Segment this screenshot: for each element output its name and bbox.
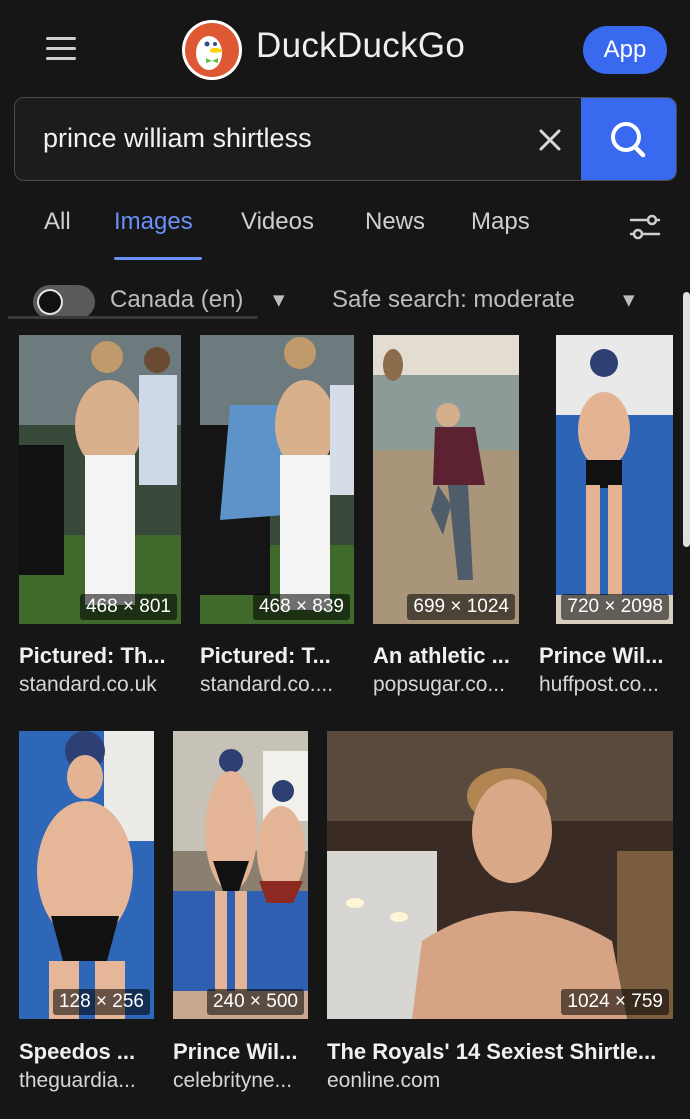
result-source[interactable]: huffpost.co...: [539, 673, 659, 697]
search-bar: [14, 97, 677, 181]
filter-settings-icon[interactable]: [628, 210, 662, 244]
image-result[interactable]: 240 × 500 Prince Wil... celebrityne...: [173, 731, 308, 1095]
image-dimensions: 720 × 2098: [561, 594, 669, 620]
image-dimensions: 468 × 801: [79, 594, 177, 620]
app-button[interactable]: App: [583, 26, 667, 74]
result-thumbnail[interactable]: 468 × 801: [19, 335, 181, 624]
result-source[interactable]: celebrityne...: [173, 1069, 292, 1093]
chevron-down-icon: ▼: [623, 291, 635, 309]
hamburger-icon[interactable]: [46, 35, 78, 63]
image-dimensions: 128 × 256: [52, 989, 150, 1015]
result-title[interactable]: Speedos ...: [19, 1039, 135, 1065]
chevron-down-icon: ▼: [273, 291, 285, 309]
tab-videos[interactable]: Videos: [241, 208, 314, 236]
divider: [8, 316, 258, 319]
result-source[interactable]: standard.co.uk: [19, 673, 157, 697]
region-select[interactable]: Canada (en): [110, 286, 243, 314]
result-title[interactable]: An athletic ...: [373, 643, 510, 669]
header: DuckDuckGo App: [0, 0, 690, 100]
result-thumbnail[interactable]: 1024 × 759: [327, 731, 673, 1019]
image-result[interactable]: 720 × 2098 Prince Wil... huffpost.co...: [539, 335, 673, 697]
duck-logo-icon[interactable]: [182, 20, 242, 80]
search-icon: [611, 122, 646, 158]
result-thumbnail[interactable]: 128 × 256: [19, 731, 154, 1019]
image-dimensions: 1024 × 759: [561, 989, 669, 1015]
result-title[interactable]: Prince Wil...: [173, 1039, 298, 1065]
image-dimensions: 699 × 1024: [407, 594, 515, 620]
result-source[interactable]: popsugar.co...: [373, 673, 505, 697]
result-thumbnail[interactable]: 699 × 1024: [373, 335, 519, 624]
search-tabs: All Images Videos News Maps: [0, 200, 690, 260]
tab-images[interactable]: Images: [114, 208, 193, 236]
result-source[interactable]: theguardia...: [19, 1069, 136, 1093]
result-source[interactable]: standard.co....: [200, 673, 333, 697]
image-result[interactable]: 468 × 839 Pictured: T... standard.co....: [200, 335, 354, 697]
image-result[interactable]: 699 × 1024 An athletic ... popsugar.co..…: [373, 335, 519, 697]
tab-all[interactable]: All: [44, 208, 71, 236]
close-icon[interactable]: [530, 120, 570, 160]
search-button[interactable]: [581, 98, 676, 180]
result-thumbnail[interactable]: 720 × 2098: [556, 335, 673, 624]
result-thumbnail[interactable]: 468 × 839: [200, 335, 354, 624]
image-dimensions: 240 × 500: [206, 989, 304, 1015]
brand-name: DuckDuckGo: [256, 26, 466, 65]
active-tab-indicator: [114, 257, 202, 260]
image-result[interactable]: 468 × 801 Pictured: Th... standard.co.uk: [19, 335, 181, 697]
result-title[interactable]: Pictured: Th...: [19, 643, 166, 669]
image-dimensions: 468 × 839: [252, 594, 350, 620]
result-thumbnail[interactable]: 240 × 500: [173, 731, 308, 1019]
safe-search-select[interactable]: Safe search: moderate: [332, 286, 575, 314]
result-title[interactable]: The Royals' 14 Sexiest Shirtle...: [327, 1039, 656, 1065]
result-title[interactable]: Pictured: T...: [200, 643, 331, 669]
result-title[interactable]: Prince Wil...: [539, 643, 664, 669]
tab-maps[interactable]: Maps: [471, 208, 530, 236]
scrollbar[interactable]: [683, 292, 690, 547]
tab-news[interactable]: News: [365, 208, 425, 236]
image-result[interactable]: 1024 × 759 The Royals' 14 Sexiest Shirtl…: [327, 731, 673, 1095]
region-toggle[interactable]: [33, 285, 95, 319]
image-result[interactable]: 128 × 256 Speedos ... theguardia...: [19, 731, 162, 1095]
search-input[interactable]: [43, 118, 523, 158]
result-source[interactable]: eonline.com: [327, 1069, 440, 1093]
